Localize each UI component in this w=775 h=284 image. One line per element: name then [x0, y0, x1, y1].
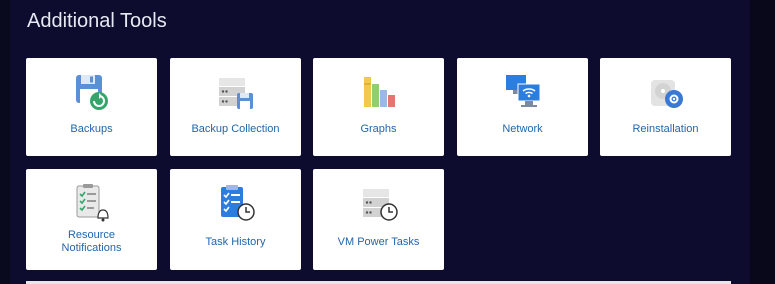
tool-tile-reinstallation[interactable]: Reinstallation [600, 58, 731, 156]
tool-label: Task History [205, 236, 266, 248]
tool-tile-resource-notifications[interactable]: Resource Notifications [26, 169, 157, 270]
bar-graph-icon [359, 72, 399, 112]
tool-tile-backup-collection[interactable]: Backup Collection [170, 58, 301, 156]
page-scroll-gutter [750, 0, 775, 284]
tool-label: Network [502, 123, 543, 135]
backup-floppy-icon [72, 72, 112, 112]
tool-label: VM Power Tasks [337, 236, 420, 248]
tool-tile-backups[interactable]: Backups [26, 58, 157, 156]
server-floppy-icon [216, 72, 256, 112]
tool-label: Resource Notifications [30, 229, 153, 255]
tool-tile-task-history[interactable]: Task History [170, 169, 301, 270]
section-title: Additional Tools [27, 10, 167, 32]
server-clock-icon [359, 183, 399, 223]
tool-label-line2: Notifications [61, 242, 122, 254]
tool-label: Backups [70, 123, 113, 135]
tool-tile-vm-power-tasks[interactable]: VM Power Tasks [313, 169, 444, 270]
clipboard-bell-icon [72, 183, 112, 223]
tool-label: Backup Collection [191, 123, 280, 135]
network-monitors-icon [503, 72, 543, 112]
tool-tile-network[interactable]: Network [457, 58, 588, 156]
disk-gear-icon [646, 72, 686, 112]
tool-label: Graphs [360, 123, 397, 135]
clipboard-clock-icon [216, 183, 256, 223]
tool-tile-graphs[interactable]: Graphs [313, 58, 444, 156]
tool-label: Reinstallation [632, 123, 699, 135]
tool-label-line1: Resource [67, 229, 116, 241]
